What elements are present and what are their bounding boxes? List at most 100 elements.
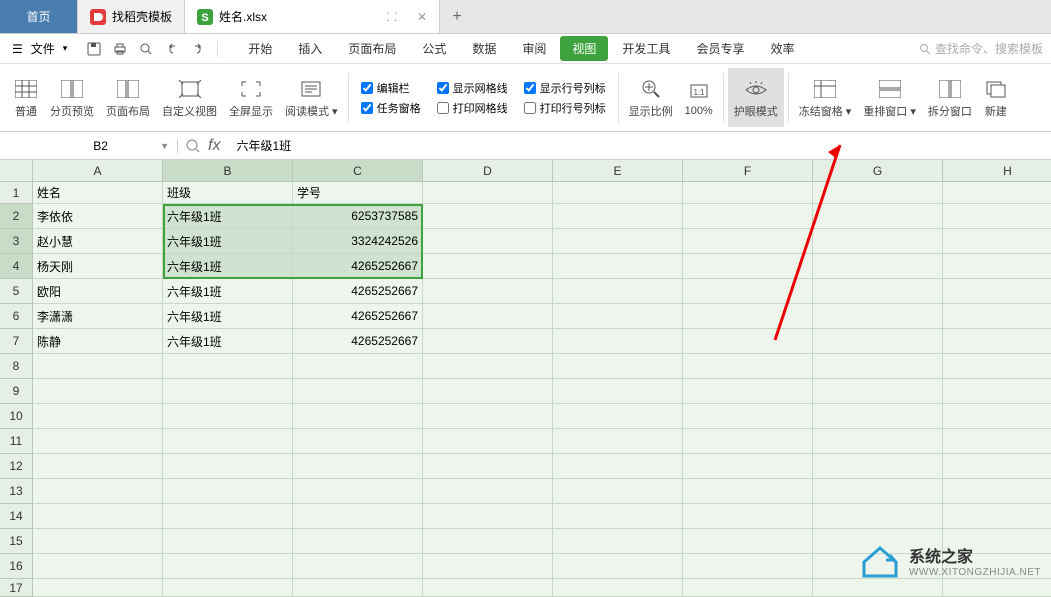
cell[interactable] xyxy=(33,354,163,379)
cell[interactable] xyxy=(813,579,943,597)
cell[interactable]: 4265252667 xyxy=(293,254,423,279)
col-header[interactable]: E xyxy=(553,160,683,182)
command-search[interactable]: 查找命令、搜索模板 xyxy=(919,40,1043,57)
cell[interactable] xyxy=(423,579,553,597)
row-header[interactable]: 10 xyxy=(0,404,33,429)
page-break-button[interactable]: 分页预览 xyxy=(44,68,100,127)
cell[interactable] xyxy=(683,304,813,329)
cell[interactable] xyxy=(163,404,293,429)
cell[interactable] xyxy=(293,479,423,504)
cell[interactable] xyxy=(423,354,553,379)
tab-insert[interactable]: 插入 xyxy=(286,36,334,61)
cell[interactable] xyxy=(293,504,423,529)
cell[interactable] xyxy=(33,379,163,404)
cell[interactable] xyxy=(943,329,1051,354)
cell[interactable] xyxy=(423,504,553,529)
cell[interactable] xyxy=(423,479,553,504)
cell[interactable] xyxy=(943,254,1051,279)
cell[interactable]: 六年级1班 xyxy=(163,229,293,254)
add-tab-button[interactable]: + xyxy=(440,0,474,33)
cell[interactable] xyxy=(813,254,943,279)
col-header[interactable]: D xyxy=(423,160,553,182)
cell[interactable]: 六年级1班 xyxy=(163,254,293,279)
col-header[interactable]: F xyxy=(683,160,813,182)
cell[interactable] xyxy=(423,404,553,429)
check-formula-bar[interactable]: 编辑栏 xyxy=(361,80,421,96)
zoom-button[interactable]: 显示比例 xyxy=(623,68,679,127)
row-header[interactable]: 15 xyxy=(0,529,33,554)
cell[interactable] xyxy=(293,529,423,554)
cell[interactable] xyxy=(813,379,943,404)
checkbox-print-headings[interactable] xyxy=(524,102,536,114)
cell[interactable]: 六年级1班 xyxy=(163,279,293,304)
cell[interactable] xyxy=(423,182,553,204)
cell[interactable] xyxy=(943,404,1051,429)
cell[interactable] xyxy=(683,204,813,229)
row-header[interactable]: 11 xyxy=(0,429,33,454)
full-screen-button[interactable]: 全屏显示 xyxy=(223,68,279,127)
cell[interactable] xyxy=(293,404,423,429)
cell[interactable] xyxy=(423,554,553,579)
cell[interactable] xyxy=(423,329,553,354)
cell[interactable] xyxy=(553,504,683,529)
cell[interactable] xyxy=(683,554,813,579)
row-header[interactable]: 7 xyxy=(0,329,33,354)
cell[interactable] xyxy=(813,479,943,504)
cell[interactable] xyxy=(683,529,813,554)
page-layout-button[interactable]: 页面布局 xyxy=(100,68,156,127)
tab-data[interactable]: 数据 xyxy=(460,36,508,61)
cell[interactable] xyxy=(683,479,813,504)
row-header[interactable]: 1 xyxy=(0,182,33,204)
cell[interactable] xyxy=(163,579,293,597)
cell[interactable] xyxy=(423,379,553,404)
row-header[interactable]: 16 xyxy=(0,554,33,579)
checkbox-gridlines[interactable] xyxy=(437,82,449,94)
template-tab[interactable]: 找稻壳模板 xyxy=(78,0,185,33)
row-header[interactable]: 14 xyxy=(0,504,33,529)
cell[interactable] xyxy=(163,429,293,454)
check-headings[interactable]: 显示行号列标 xyxy=(524,80,606,96)
preview-button[interactable] xyxy=(135,38,157,60)
cell[interactable] xyxy=(683,182,813,204)
cell[interactable] xyxy=(293,379,423,404)
cell[interactable] xyxy=(163,379,293,404)
cell[interactable] xyxy=(553,182,683,204)
cell[interactable] xyxy=(943,579,1051,597)
cell[interactable] xyxy=(163,554,293,579)
home-tab[interactable]: 首页 xyxy=(0,0,78,33)
cell[interactable] xyxy=(943,354,1051,379)
chevron-down-icon[interactable]: ▼ xyxy=(160,141,169,151)
tab-developer[interactable]: 开发工具 xyxy=(610,36,682,61)
cell[interactable] xyxy=(553,379,683,404)
cell[interactable] xyxy=(683,404,813,429)
cell[interactable] xyxy=(553,354,683,379)
formula-input[interactable] xyxy=(228,139,1051,153)
cell[interactable] xyxy=(553,479,683,504)
cell[interactable] xyxy=(943,454,1051,479)
eye-care-button[interactable]: 护眼模式 xyxy=(728,68,784,127)
cell[interactable]: 六年级1班 xyxy=(163,304,293,329)
cell[interactable] xyxy=(423,229,553,254)
tab-start[interactable]: 开始 xyxy=(236,36,284,61)
cell[interactable] xyxy=(553,204,683,229)
cell[interactable]: 姓名 xyxy=(33,182,163,204)
cell[interactable] xyxy=(33,479,163,504)
cell[interactable] xyxy=(813,304,943,329)
cell[interactable] xyxy=(813,354,943,379)
cells-area[interactable]: 姓名班级学号李依依六年级1班6253737585赵小慧六年级1班33242425… xyxy=(33,182,1051,597)
cell[interactable] xyxy=(163,479,293,504)
zoom-100-button[interactable]: 1:1100% xyxy=(679,68,719,127)
cell[interactable] xyxy=(683,429,813,454)
cell[interactable] xyxy=(293,429,423,454)
cell[interactable] xyxy=(293,579,423,597)
cell[interactable] xyxy=(33,454,163,479)
cell[interactable] xyxy=(33,579,163,597)
cell[interactable] xyxy=(553,329,683,354)
tab-page-layout[interactable]: 页面布局 xyxy=(336,36,408,61)
cell[interactable] xyxy=(683,329,813,354)
normal-view-button[interactable]: 普通 xyxy=(8,68,44,127)
fx-button[interactable]: fx xyxy=(208,137,220,155)
cell[interactable] xyxy=(553,304,683,329)
cell[interactable] xyxy=(423,279,553,304)
cell[interactable]: 李潇潇 xyxy=(33,304,163,329)
